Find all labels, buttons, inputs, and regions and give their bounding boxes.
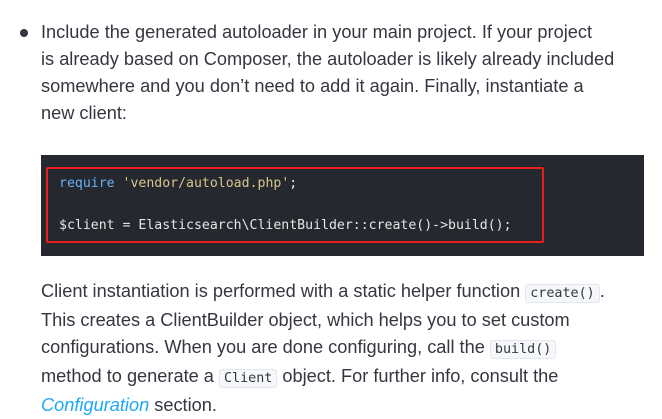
paragraph-line: is already based on Composer, the autolo… [41, 49, 615, 69]
paragraph-line: configurations. When you are done config… [41, 334, 651, 363]
paragraph-line: This creates a ClientBuilder object, whi… [41, 310, 570, 330]
text-segment: Client instantiation is performed with a… [41, 281, 526, 301]
text-segment: method to generate a [41, 366, 219, 386]
text-segment: object. For further info, consult the [277, 366, 559, 386]
list-bullet [20, 29, 28, 37]
paragraph-line: Configuration section. [41, 392, 651, 419]
explanation-paragraph: Client instantiation is performed with a… [41, 278, 651, 419]
inline-code-create: create() [525, 284, 600, 303]
paragraph-line: method to generate a Client object. For … [41, 363, 651, 392]
inline-code-client: Client [218, 369, 278, 388]
inline-code-build: build() [489, 340, 557, 359]
paragraph-line: Include the generated autoloader in your… [41, 22, 593, 42]
text-segment: section. [149, 395, 217, 415]
text-segment: . [599, 281, 605, 301]
paragraph-line: Client instantiation is performed with a… [41, 278, 651, 307]
text-segment: configurations. When you are done config… [41, 337, 490, 357]
highlight-annotation-box [46, 167, 544, 243]
configuration-link[interactable]: Configuration [41, 395, 149, 415]
list-item-text: Include the generated autoloader in your… [41, 19, 651, 127]
paragraph-line: somewhere and you don’t need to add it a… [41, 76, 584, 96]
paragraph-line: new client: [41, 103, 127, 123]
